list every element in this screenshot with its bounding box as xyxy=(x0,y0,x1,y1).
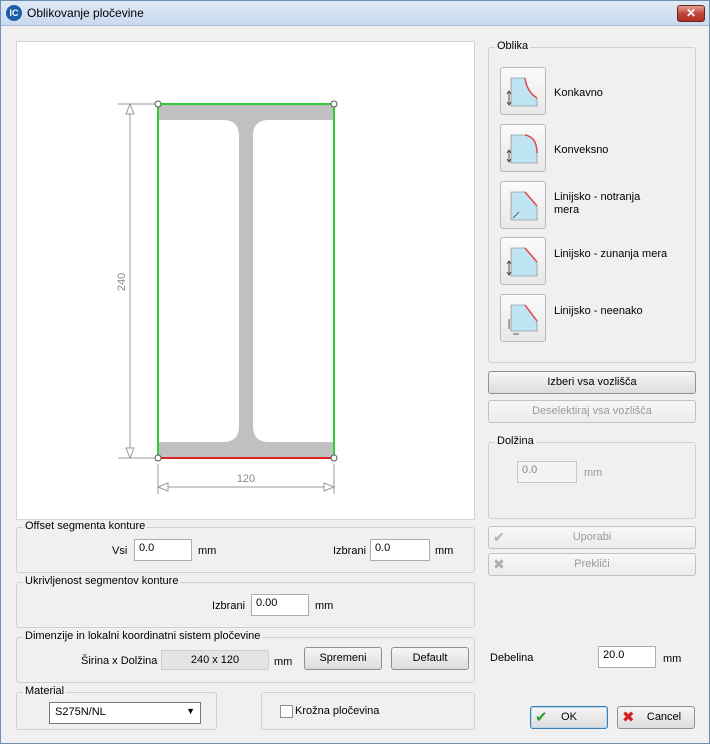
offset-group-label: Offset segmenta konture xyxy=(23,520,148,532)
length-group-label: Dolžina xyxy=(495,435,536,447)
convex-icon xyxy=(506,134,538,164)
circular-plate-checkbox[interactable] xyxy=(280,705,293,718)
concave-icon xyxy=(506,77,538,107)
offset-all-label: Vsi xyxy=(112,545,128,557)
close-button[interactable]: ✕ xyxy=(677,5,705,22)
dialog-window: IC Oblikovanje pločevine ✕ 240 120 Oblik… xyxy=(0,0,710,744)
shape-convex-button[interactable] xyxy=(500,124,546,172)
circular-plate-label: Krožna pločevina xyxy=(295,705,380,717)
curvature-group: Ukrivljenost segmentov konture xyxy=(16,575,475,628)
shape-linear-inner-label: Linijsko - notranja mera xyxy=(554,191,641,216)
linear-inner-icon xyxy=(510,191,538,221)
dimensions-group-label: Dimenzije in lokalni koordinatni sistem … xyxy=(23,630,263,642)
cancel-button[interactable]: ✖ Cancel xyxy=(617,706,695,729)
curvature-group-label: Ukrivljenost segmentov konture xyxy=(23,575,181,587)
linear-outer-icon xyxy=(506,247,538,277)
width-length-label: Širina x Dolžina xyxy=(81,655,158,667)
offset-all-unit: mm xyxy=(198,545,217,557)
window-title: Oblikovanje pločevine xyxy=(27,6,144,20)
title-bar: IC Oblikovanje pločevine ✕ xyxy=(1,1,709,26)
drawing-canvas[interactable]: 240 120 xyxy=(16,41,475,520)
default-button[interactable]: Default xyxy=(391,647,469,670)
ok-button[interactable]: ✔ OK xyxy=(530,706,608,729)
apply-button[interactable]: ✔ Uporabi xyxy=(488,526,696,549)
change-button[interactable]: Spremeni xyxy=(304,647,382,670)
offset-selected-input[interactable]: 0.0 xyxy=(370,539,430,561)
select-all-vertices-button[interactable]: Izberi vsa vozlišča xyxy=(488,371,696,394)
shape-concave-button[interactable] xyxy=(500,67,546,115)
curvature-selected-label: Izbrani xyxy=(212,600,246,612)
check-icon: ✔ xyxy=(535,709,548,726)
profile-drawing: 240 120 xyxy=(116,100,338,494)
length-input[interactable]: 0.0 xyxy=(517,461,577,483)
horizontal-dimension-label: 120 xyxy=(237,473,255,485)
thickness-label: Debelina xyxy=(490,652,534,664)
vertex-bottom-right[interactable] xyxy=(330,454,338,462)
thickness-input[interactable]: 20.0 xyxy=(598,646,656,668)
curvature-unit: mm xyxy=(315,600,334,612)
shape-concave-label: Konkavno xyxy=(554,87,603,99)
thickness-unit: mm xyxy=(663,653,682,665)
vertical-dimension-label: 240 xyxy=(116,273,128,291)
app-icon: IC xyxy=(6,5,22,21)
offset-selected-unit: mm xyxy=(435,545,454,557)
cancel-label: Cancel xyxy=(646,711,682,723)
offset-selected-label: Izbrani xyxy=(333,545,367,557)
x-icon: ✖ xyxy=(493,556,505,572)
length-unit: mm xyxy=(584,467,603,479)
apply-label: Uporabi xyxy=(572,531,612,543)
deselect-all-vertices-button[interactable]: Deselektiraj vsa vozlišča xyxy=(488,400,696,423)
shape-convex-label: Konveksno xyxy=(554,144,609,156)
i-beam-profile xyxy=(158,104,334,458)
cancel-edit-label: Prekliči xyxy=(574,558,610,570)
shape-linear-outer-button[interactable] xyxy=(500,237,546,285)
width-length-value: 240 x 120 xyxy=(161,650,269,670)
vertex-top-right[interactable] xyxy=(330,100,338,108)
shape-group-label: Oblika xyxy=(495,40,531,52)
width-length-unit: mm xyxy=(274,656,293,668)
shape-linear-outer-label: Linijsko - zunanja mera xyxy=(554,248,668,260)
ok-label: OK xyxy=(561,711,577,723)
shape-linear-unequal-button[interactable] xyxy=(500,294,546,342)
shape-linear-inner-button[interactable] xyxy=(500,181,546,229)
material-value: S275N/NL xyxy=(55,706,106,718)
linear-unequal-icon xyxy=(508,304,538,335)
material-group-label: Material xyxy=(23,685,67,697)
cancel-edit-button[interactable]: ✖ Prekliči xyxy=(488,553,696,576)
curvature-input[interactable]: 0.00 xyxy=(251,594,309,616)
shape-linear-unequal-label: Linijsko - neenako xyxy=(554,305,643,317)
chevron-down-icon: ▼ xyxy=(186,706,195,716)
material-select[interactable]: S275N/NL ▼ xyxy=(49,702,201,724)
check-icon: ✔ xyxy=(493,529,505,545)
offset-all-input[interactable]: 0.0 xyxy=(134,539,192,561)
close-icon: ✖ xyxy=(622,709,635,726)
